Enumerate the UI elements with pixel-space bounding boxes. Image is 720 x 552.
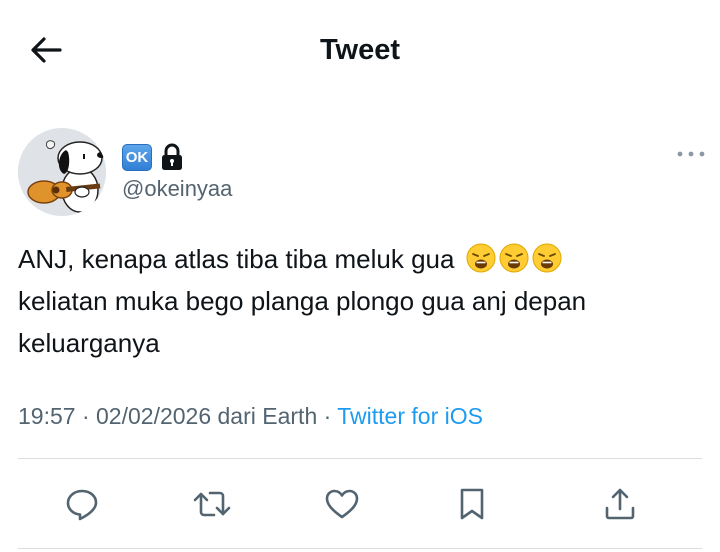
divider (18, 458, 702, 459)
meta-separator: · (81, 403, 90, 429)
share-button[interactable] (600, 484, 640, 524)
tweet-date-location[interactable]: 02/02/2026 dari Earth (96, 403, 317, 429)
tweet-text: ANJ, kenapa atlas tiba tiba meluk gua ke… (18, 238, 698, 364)
tweet-text-line-3: keluarganya (18, 328, 160, 358)
emoji-group (466, 243, 562, 273)
tweet-metadata: 19:57 · 02/02/2026 dari Earth · Twitter … (18, 398, 483, 434)
top-bar: Tweet (0, 0, 720, 100)
tweet-text-line-2: keliatan muka bego planga plongo gua anj… (18, 286, 587, 316)
tweet-source-link[interactable]: Twitter for iOS (337, 403, 483, 429)
tweet-actions-bar (18, 470, 702, 540)
weary-face-icon (466, 243, 496, 273)
like-button[interactable] (322, 484, 362, 524)
retweet-icon (193, 491, 231, 517)
tweet-time[interactable]: 19:57 (18, 403, 76, 429)
bookmark-icon (460, 488, 484, 520)
display-name-row: OK (122, 142, 184, 172)
share-icon (605, 488, 635, 520)
divider (18, 548, 702, 549)
meta-separator: · (323, 403, 332, 429)
bookmark-button[interactable] (452, 484, 492, 524)
reply-button[interactable] (62, 484, 102, 524)
page-title: Tweet (319, 34, 401, 66)
weary-face-icon (499, 243, 529, 273)
more-options-button[interactable] (676, 144, 706, 164)
avatar[interactable] (18, 128, 106, 216)
snoopy-avatar-image (18, 128, 106, 216)
lock-icon (162, 143, 182, 170)
like-icon (325, 489, 359, 519)
ok-button-emoji: OK (122, 143, 152, 171)
weary-face-icon (532, 243, 562, 273)
retweet-button[interactable] (192, 484, 232, 524)
author-handle[interactable]: @okeinyaa (122, 176, 232, 202)
tweet-text-line-1: ANJ, kenapa atlas tiba tiba meluk gua (18, 244, 455, 274)
tweet-author: OK @okeinyaa (18, 128, 705, 220)
more-horizontal-icon (677, 151, 705, 157)
reply-icon (66, 489, 98, 521)
